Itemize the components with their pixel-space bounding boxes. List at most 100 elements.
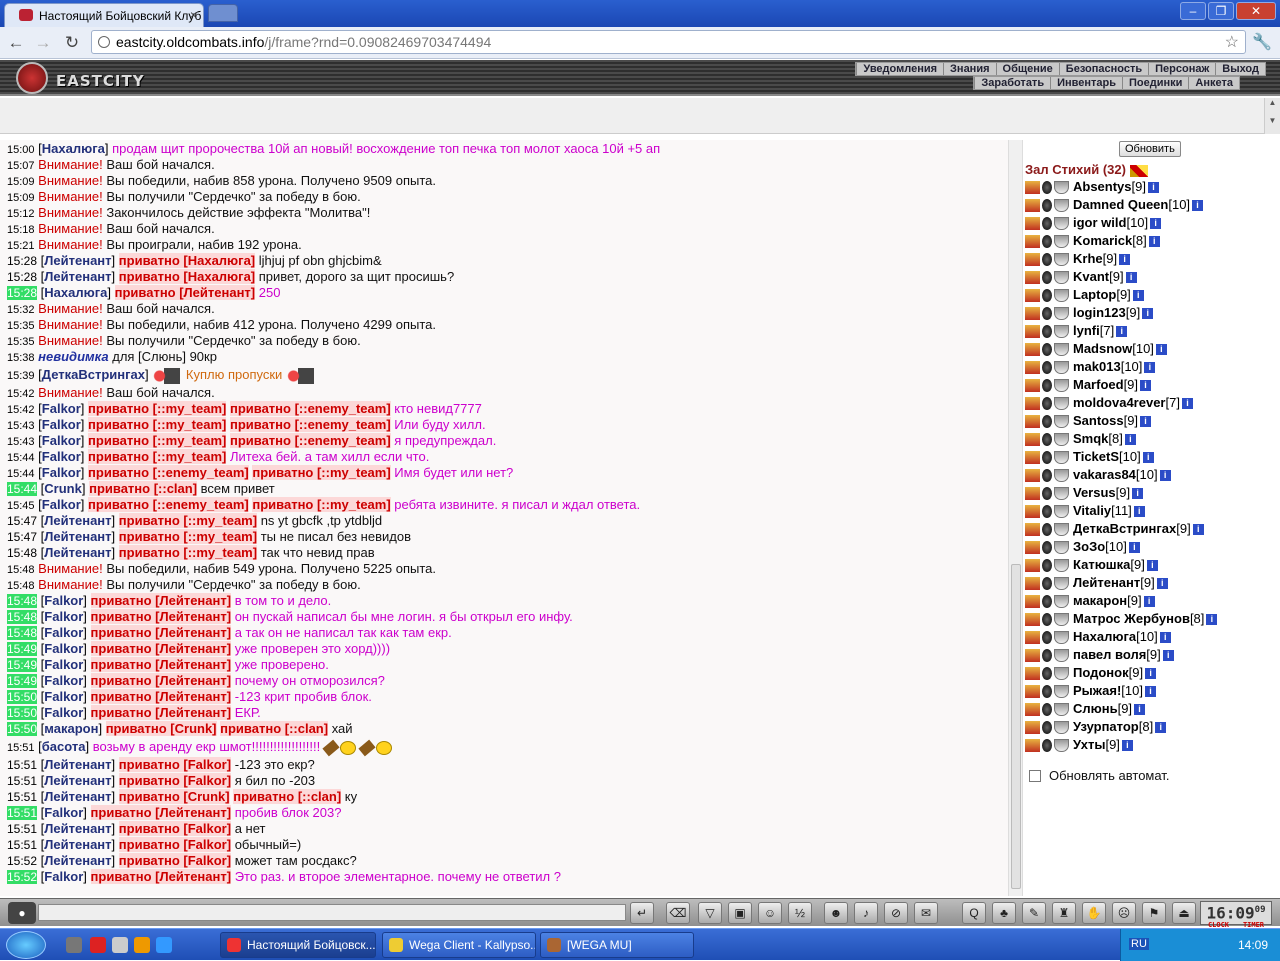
back-icon[interactable]: ← — [5, 32, 27, 54]
user-row[interactable]: Madsnow [10] i — [1025, 340, 1217, 358]
chat-nick[interactable]: [Falkor] — [38, 465, 84, 480]
user-row[interactable]: igor wild [10] i — [1025, 214, 1217, 232]
user-row[interactable]: ЗоЗо [10] i — [1025, 538, 1217, 556]
chat-private-target[interactable]: приватно [::enemy_team] — [229, 417, 391, 432]
chat-nick-name[interactable]: Лейтенант — [44, 837, 111, 852]
menu-item-top[interactable]: Выход — [1215, 63, 1265, 75]
user-name[interactable]: Komarick — [1073, 232, 1132, 250]
chat-bubble-icon[interactable]: ✉ — [914, 902, 938, 924]
chat-nick-name[interactable]: Falkor — [44, 593, 83, 608]
user-row[interactable]: vakaras84 [10] i — [1025, 466, 1217, 484]
ie-icon[interactable] — [156, 937, 172, 953]
user-name[interactable]: Madsnow — [1073, 340, 1132, 358]
chat-nick-name[interactable]: басота — [42, 739, 86, 754]
chat-nick[interactable]: [Falkor] — [38, 449, 84, 464]
chat-scroll-thumb[interactable] — [1011, 564, 1021, 889]
potion-icon[interactable]: ♣ — [992, 902, 1016, 924]
user-name[interactable]: павел воля — [1073, 646, 1146, 664]
auto-refresh-option[interactable]: Обновлять автомат. — [1029, 768, 1169, 783]
chat-private-target[interactable]: приватно [Лейтенант] — [90, 705, 232, 720]
info-icon[interactable]: i — [1133, 505, 1145, 517]
flag-icon[interactable]: ⚑ — [1142, 902, 1166, 924]
info-icon[interactable]: i — [1192, 199, 1204, 211]
close-window-icon[interactable]: ✕ — [1236, 2, 1276, 20]
chat-nick-name[interactable]: Falkor — [44, 673, 83, 688]
chat-nick[interactable]: [ДеткаВстрингах] — [38, 367, 148, 382]
user-row[interactable]: Smqk [8] i — [1025, 430, 1217, 448]
menu-item-top[interactable]: Персонаж — [1148, 63, 1215, 75]
minimize-icon[interactable]: – — [1180, 2, 1206, 20]
info-icon[interactable]: i — [1128, 541, 1140, 553]
info-icon[interactable]: i — [1145, 667, 1157, 679]
chat-nick[interactable]: [Falkor] — [41, 689, 87, 704]
user-name[interactable]: Kvant — [1073, 268, 1109, 286]
user-row[interactable]: Рыжая! [10] i — [1025, 682, 1217, 700]
chat-nick-name[interactable]: Falkor — [44, 689, 83, 704]
chat-nick-name[interactable]: Лейтенант — [44, 269, 111, 284]
info-icon[interactable]: i — [1156, 577, 1168, 589]
user-row[interactable]: Нахалюга [10] i — [1025, 628, 1217, 646]
tab-close-icon[interactable]: × — [190, 8, 197, 22]
menu-item-bottom[interactable]: Инвентарь — [1050, 77, 1122, 89]
user-row[interactable]: Santoss [9] i — [1025, 412, 1217, 430]
opera-icon[interactable] — [90, 937, 106, 953]
chat-private-target[interactable]: приватно [Crunk] — [105, 721, 217, 736]
maximize-icon[interactable]: ❐ — [1208, 2, 1234, 20]
chat-nick-name[interactable]: Crunk — [44, 481, 82, 496]
menu-item-top[interactable]: Безопасность — [1058, 63, 1148, 75]
chat-private-target[interactable]: приватно [::enemy_team] — [229, 433, 391, 448]
chat-nick[interactable]: [Лейтенант] — [41, 253, 116, 268]
chat-nick[interactable]: [Crunk] — [41, 481, 86, 496]
chat-private-target[interactable]: приватно [Лейтенант] — [90, 657, 232, 672]
chat-nick-name[interactable]: Нахалюга — [44, 285, 107, 300]
user-name[interactable]: Versus — [1073, 484, 1116, 502]
menu-item-bottom[interactable]: Поединки — [1122, 77, 1188, 89]
user-name[interactable]: TicketS — [1073, 448, 1119, 466]
user-row[interactable]: lynfi [7] i — [1025, 322, 1217, 340]
chat-nick-name[interactable]: Falkor — [42, 417, 81, 432]
user-row[interactable]: Krhe [9] i — [1025, 250, 1217, 268]
chat-nick-name[interactable]: Falkor — [44, 805, 83, 820]
chat-private-target[interactable]: приватно [::clan] — [233, 789, 342, 804]
wrench-icon[interactable]: 🔧 — [1252, 32, 1272, 52]
chat-private-target[interactable]: приватно [::my_team] — [88, 449, 227, 464]
info-icon[interactable]: i — [1132, 289, 1144, 301]
chat-nick-name[interactable]: Falkor — [44, 641, 83, 656]
user-row[interactable]: Слюнь [9] i — [1025, 700, 1217, 718]
user-row[interactable]: Катюшка [9] i — [1025, 556, 1217, 574]
chat-nick[interactable]: [Falkor] — [41, 641, 87, 656]
send-icon[interactable]: ↵ — [630, 902, 654, 924]
info-icon[interactable]: i — [1155, 343, 1167, 355]
chat-private-target[interactable]: приватно [Falkor] — [118, 757, 232, 772]
info-icon[interactable]: i — [1192, 523, 1204, 535]
forward-icon[interactable]: → — [32, 32, 54, 54]
user-name[interactable]: Рыжая! — [1073, 682, 1121, 700]
chat-nick[interactable]: [Лейтенант] — [41, 545, 116, 560]
chat-private-target[interactable]: приватно [::enemy_team] — [229, 401, 391, 416]
taskbar-task[interactable]: Настоящий Бойцовск... — [220, 932, 376, 958]
chat-nick-name[interactable]: Falkor — [44, 657, 83, 672]
chat-nick-name[interactable]: Falkor — [44, 705, 83, 720]
user-row[interactable]: Лейтенант [9] i — [1025, 574, 1217, 592]
media-icon[interactable] — [134, 937, 150, 953]
chat-private-target[interactable]: приватно [::my_team] — [88, 417, 227, 432]
chat-nick[interactable]: [Лейтенант] — [41, 789, 116, 804]
new-tab-button[interactable] — [208, 4, 238, 22]
chat-mode-button[interactable]: ● — [8, 902, 36, 924]
chat-nick-name[interactable]: Лейтенант — [44, 253, 111, 268]
user-name[interactable]: Ухты — [1073, 736, 1105, 754]
chat-private-target[interactable]: приватно [::enemy_team] — [88, 465, 249, 480]
chat-nick[interactable]: [Лейтенант] — [41, 821, 116, 836]
chat-private-target[interactable]: приватно [Falkor] — [118, 853, 232, 868]
info-icon[interactable]: i — [1143, 595, 1155, 607]
chat-nick-name[interactable]: Нахалюга — [42, 141, 105, 156]
chat-nick[interactable]: [Лейтенант] — [41, 853, 116, 868]
user-name[interactable]: Катюшка — [1073, 556, 1130, 574]
chat-nick-name[interactable]: макарон — [44, 721, 98, 736]
save-icon[interactable]: ▣ — [728, 902, 752, 924]
chat-private-target[interactable]: приватно [::my_team] — [118, 529, 258, 544]
chat-private-target[interactable]: приватно [Crunk] — [118, 789, 230, 804]
user-name[interactable]: lynfi — [1073, 322, 1100, 340]
info-icon[interactable]: i — [1125, 271, 1137, 283]
info-icon[interactable]: i — [1121, 739, 1133, 751]
